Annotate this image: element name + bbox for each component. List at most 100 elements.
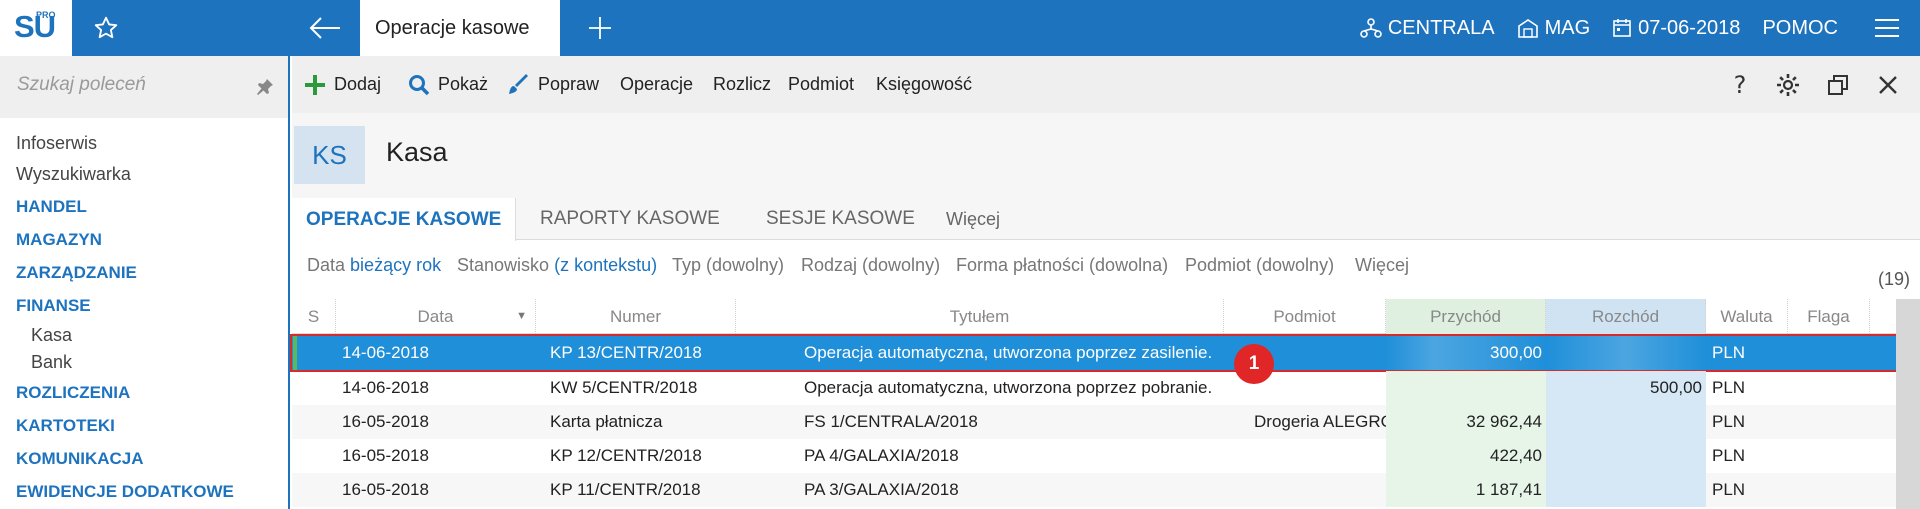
warehouse-label: MAG [1544,16,1591,39]
company-selector[interactable]: CENTRALA [1360,17,1495,40]
sidebar-item-handel[interactable]: HANDEL [0,190,288,223]
col-expense[interactable]: Rozchód [1546,299,1706,334]
sidebar-item-zarzadzanie[interactable]: ZARZĄDZANIE [0,256,288,289]
col-date-label: Data [417,307,454,326]
calendar-icon [1613,19,1631,37]
cell-expense: 500,00 [1546,371,1706,405]
cell-date: 16-05-2018 [342,412,429,431]
sidebar-item-ewidencje[interactable]: EWIDENCJE DODATKOWE [0,475,288,508]
cell-date: 14-06-2018 [342,378,429,397]
table-row[interactable]: 16-05-2018 KP 12/CENTR/2018 PA 4/GALAXIA… [292,439,1896,473]
vertical-scrollbar[interactable] [1896,299,1920,509]
cell-expense [1546,336,1706,370]
table-row[interactable]: 14-06-2018 KP 13/CENTR/2018 Operacja aut… [290,334,1898,372]
favorites-button[interactable] [72,0,140,56]
search-input[interactable]: Szukaj poleceń [17,74,146,96]
tab-operacje-kasowe[interactable]: Operacje kasowe [360,0,560,56]
cell-expense [1546,405,1706,439]
cell-title: PA 4/GALAXIA/2018 [804,446,959,465]
col-number[interactable]: Numer [536,299,736,334]
new-tab-button[interactable] [575,0,625,56]
plus-icon [589,17,611,39]
sidebar-item-infoserwis[interactable]: Infoserwis [0,128,288,159]
filter-entity[interactable]: Podmiot (dowolny) [1185,255,1334,276]
back-button[interactable] [300,0,350,56]
cell-currency: PLN [1712,480,1746,499]
cell-entity: Drogeria ALEGRO [1254,412,1386,431]
sidebar-item-rozliczenia[interactable]: ROZLICZENIA [0,376,288,409]
sidebar-item-kasa[interactable]: Kasa [0,322,288,349]
tab-more[interactable]: Więcej [946,198,1000,240]
filter-station[interactable]: Stanowisko (z kontekstu) [457,255,657,276]
row-status-marker [293,336,297,370]
pin-icon[interactable] [256,78,274,96]
tab-sesje-kasowe[interactable]: SESJE KASOWE [766,198,915,240]
col-income[interactable]: Przychód [1386,299,1546,334]
filter-date[interactable]: Data bieżący rok [307,255,441,276]
question-icon: ? [1733,70,1747,99]
table-row[interactable]: 16-05-2018 Karta płatnicza FS 1/CENTRALA… [292,405,1896,439]
filter-payment[interactable]: Forma płatności (dowolna) [956,255,1168,276]
sidebar-item-bank[interactable]: Bank [0,349,288,376]
sidebar-item-finanse[interactable]: FINANSE [0,289,288,322]
grid-header: S Data ▼ Numer Tytułem Podmiot Przychód … [292,299,1896,334]
accounting-button[interactable]: Księgowość [876,56,972,113]
record-count: (19) [1877,269,1910,289]
cell-income: 1 187,41 [1386,473,1546,507]
table-row[interactable]: 14-06-2018 KW 5/CENTR/2018 Operacja auto… [292,371,1896,405]
col-s[interactable]: S [292,299,336,334]
sidebar-item-magazyn[interactable]: MAGAZYN [0,223,288,256]
cell-currency: PLN [1712,343,1746,362]
filter-date-label: Data [307,255,346,275]
main-menu-button[interactable] [1860,0,1920,56]
close-button[interactable] [1868,56,1908,113]
add-button[interactable]: Dodaj [304,56,381,113]
filter-kind[interactable]: Rodzaj (dowolny) [801,255,940,276]
restore-window-button[interactable] [1818,56,1858,113]
command-search[interactable]: Szukaj poleceń [0,56,288,118]
restore-window-icon [1828,74,1848,95]
col-date[interactable]: Data ▼ [336,299,536,334]
operations-grid: S Data ▼ Numer Tytułem Podmiot Przychód … [290,299,1920,509]
tab-operacje-kasowe-view[interactable]: OPERACJE KASOWE [292,198,517,241]
table-row[interactable]: 16-05-2018 KP 11/CENTR/2018 PA 3/GALAXIA… [292,473,1896,507]
sidebar-item-wyszukiwarka[interactable]: Wyszukiwarka [0,159,288,190]
tab-raporty-kasowe[interactable]: RAPORTY KASOWE [540,198,720,240]
cell-date: 16-05-2018 [342,446,429,465]
sidebar-item-komunikacja[interactable]: KOMUNIKACJA [0,442,288,475]
entity-button[interactable]: Podmiot [788,56,854,113]
col-entity[interactable]: Podmiot [1224,299,1386,334]
callout-marker: 1 [1234,344,1274,384]
cell-currency: PLN [1712,412,1746,431]
sort-desc-icon: ▼ [516,310,527,322]
filter-station-label: Stanowisko [457,255,550,275]
hamburger-icon [1875,19,1899,37]
date-selector[interactable]: 07-06-2018 [1612,17,1740,40]
gear-icon [1777,73,1799,96]
help-button[interactable]: ? [1720,56,1760,113]
edit-button[interactable]: Popraw [508,56,599,113]
date-label: 07-06-2018 [1638,16,1741,39]
cell-number: Karta płatnicza [550,412,663,431]
search-icon [409,74,430,95]
filter-type[interactable]: Typ (dowolny) [672,255,784,276]
show-button[interactable]: Pokaż [408,56,488,113]
cell-title: Operacja automatyczna, utworzona poprzez… [804,343,1213,362]
help-link[interactable]: POMOC [1762,17,1838,40]
cell-income: 422,40 [1386,439,1546,473]
main-panel: Dodaj Pokaż Popraw Operacje Rozlicz Podm… [290,56,1920,509]
filter-date-value: bieżący rok [350,255,442,275]
cell-expense [1546,473,1706,507]
filter-more[interactable]: Więcej [1355,255,1409,276]
settle-button[interactable]: Rozlicz [713,56,771,113]
operations-button[interactable]: Operacje [620,56,693,113]
sidebar-item-kartoteki[interactable]: KARTOTEKI [0,409,288,442]
col-currency[interactable]: Waluta [1706,299,1788,334]
col-title[interactable]: Tytułem [736,299,1224,334]
filter-station-value: (z kontekstu) [554,255,658,275]
warehouse-selector[interactable]: MAG [1517,16,1591,40]
app-logo[interactable]: SU PRO [0,0,72,56]
toolbar: Dodaj Pokaż Popraw Operacje Rozlicz Podm… [292,56,1920,113]
col-flag[interactable]: Flaga [1788,299,1870,334]
settings-button[interactable] [1768,56,1808,113]
